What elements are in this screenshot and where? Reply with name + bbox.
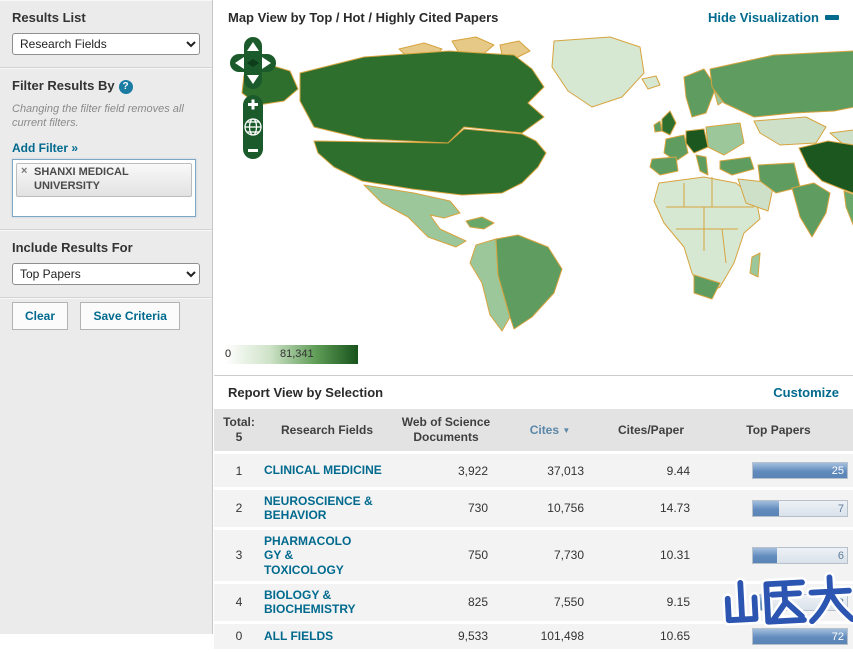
sort-desc-icon: ▼ — [562, 425, 571, 435]
top-papers-cell: 7 — [704, 499, 853, 517]
documents-cell: 825 — [467, 595, 488, 610]
filter-chip-label: SHANXI MEDICAL UNIVERSITY — [34, 166, 129, 192]
top-papers-value: 6 — [837, 549, 844, 562]
main-panel: Map View by Top / Hot / Highly Cited Pap… — [214, 0, 853, 652]
results-list-section: Results List Research Fields — [0, 0, 212, 68]
visualization-header: Map View by Top / Hot / Highly Cited Pap… — [214, 0, 853, 31]
table-header-row: Total: 5 Research Fields Web of Science … — [214, 409, 853, 451]
col-top-papers[interactable]: Top Papers — [704, 423, 853, 438]
chip-remove-icon[interactable]: × — [21, 165, 27, 179]
globe-icon[interactable] — [244, 118, 262, 136]
top-papers-bar: 25 — [752, 462, 848, 479]
results-list-select[interactable]: Research Fields — [12, 33, 200, 55]
results-list-heading: Results List — [12, 10, 86, 25]
include-results-heading: Include Results For — [12, 240, 133, 256]
hide-visualization-link[interactable]: Hide Visualization — [708, 10, 839, 25]
filter-heading: Filter Results By? — [12, 78, 200, 94]
top-papers-value: 72 — [831, 630, 844, 643]
world-map[interactable] — [214, 31, 853, 337]
include-results-section: Include Results For Top Papers — [0, 230, 212, 299]
col-cites-per-paper[interactable]: Cites/Paper — [598, 423, 704, 438]
documents-cell: 750 — [467, 548, 488, 563]
add-filter-link[interactable]: Add Filter » — [12, 141, 78, 155]
save-criteria-button[interactable]: Save Criteria — [80, 302, 180, 331]
rank-cell: 2 — [235, 501, 243, 516]
cites-per-paper-cell: 10.31 — [659, 548, 690, 563]
sidebar: Results List Research Fields Filter Resu… — [0, 0, 213, 634]
cites-cell: 101,498 — [540, 629, 584, 644]
field-link[interactable]: ALL FIELDS — [264, 629, 390, 643]
top-papers-bar: 7 — [752, 499, 848, 517]
col-cites-sorted[interactable]: Cites ▼ — [502, 423, 598, 438]
map-legend: 0 81,341 — [222, 345, 372, 365]
map-controls[interactable] — [230, 35, 276, 161]
top-papers-bar: 6 — [752, 546, 848, 564]
top-papers-cell: 25 — [704, 462, 853, 479]
col-research-fields[interactable]: Research Fields — [264, 423, 390, 438]
field-link[interactable]: CLINICAL MEDICINE — [264, 463, 390, 477]
top-papers-cell: 6 — [704, 546, 853, 564]
documents-cell: 730 — [467, 501, 488, 516]
col-documents[interactable]: Web of Science Documents — [390, 415, 502, 445]
documents-cell: 3,922 — [457, 463, 488, 478]
table-row: 2 NEUROSCIENCE & BEHAVIOR 730 10,756 14.… — [214, 490, 853, 530]
filter-box[interactable]: × SHANXI MEDICAL UNIVERSITY — [12, 159, 196, 218]
cites-per-paper-cell: 14.73 — [659, 501, 690, 516]
top-papers-value: 25 — [831, 465, 844, 477]
filter-section: Filter Results By? Changing the filter f… — [0, 68, 212, 231]
choropleth-map[interactable] — [214, 31, 853, 337]
rank-cell: 0 — [235, 629, 243, 644]
cites-cell: 7,730 — [553, 548, 584, 563]
sidebar-buttons: Clear Save Criteria — [0, 298, 212, 342]
cites-per-paper-cell: 10.65 — [659, 629, 690, 644]
watermark-shanyida — [722, 571, 853, 628]
cites-cell: 7,550 — [553, 595, 584, 610]
clear-button[interactable]: Clear — [12, 302, 69, 331]
field-link[interactable]: BIOLOGY & BIOCHEMISTRY — [264, 588, 390, 617]
cites-per-paper-cell: 9.44 — [666, 463, 690, 478]
legend-min-value: 0 — [225, 348, 232, 360]
table-row: 1 CLINICAL MEDICINE 3,922 37,013 9.44 25 — [214, 454, 853, 490]
include-results-select[interactable]: Top Papers — [12, 263, 200, 286]
report-header: Report View by Selection Customize — [214, 376, 853, 409]
minus-icon — [825, 15, 839, 20]
top-papers-value: 7 — [837, 502, 844, 515]
report-title: Report View by Selection — [228, 385, 384, 400]
filter-chip[interactable]: × SHANXI MEDICAL UNIVERSITY — [16, 163, 192, 197]
customize-link[interactable]: Customize — [773, 385, 839, 400]
filter-note: Changing the filter field removes all cu… — [12, 102, 184, 130]
rank-cell: 4 — [235, 595, 243, 610]
help-icon[interactable]: ? — [118, 79, 133, 94]
rank-cell: 1 — [235, 463, 243, 478]
field-link[interactable]: NEUROSCIENCE & BEHAVIOR — [264, 494, 390, 523]
zoom-out-icon[interactable] — [248, 149, 258, 152]
documents-cell: 9,533 — [457, 629, 488, 644]
field-link[interactable]: PHARMACOLOGY & TOXICOLOGY — [264, 534, 364, 577]
cites-cell: 10,756 — [547, 501, 584, 516]
legend-max-value: 81,341 — [280, 348, 314, 360]
rank-cell: 3 — [235, 548, 243, 563]
cites-per-paper-cell: 9.15 — [666, 595, 690, 610]
col-total: Total: 5 — [223, 415, 255, 444]
visualization-title: Map View by Top / Hot / Highly Cited Pap… — [228, 10, 499, 25]
cites-cell: 37,013 — [547, 463, 584, 478]
